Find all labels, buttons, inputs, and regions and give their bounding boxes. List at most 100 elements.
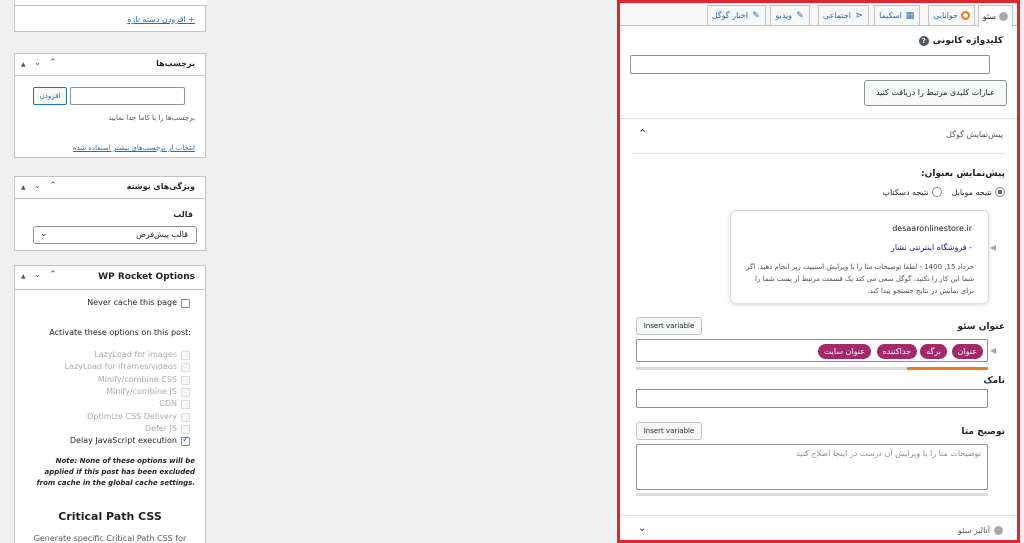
rocket-option-label: Optimize CSS Delivery <box>87 411 177 421</box>
rocket-option: CDN <box>15 399 193 411</box>
status-dot-icon <box>994 526 1003 535</box>
snippet-url: desaaronlinestore.ir <box>892 224 972 233</box>
rocket-option: Optimize CSS Delivery <box>15 412 193 424</box>
chevron-up-icon[interactable]: ⌃ <box>49 58 57 68</box>
tab-google-news[interactable]: ✎ اخبار گوگل <box>706 5 766 25</box>
rocket-option-label: LazyLoad for iframes/videos <box>64 362 177 372</box>
google-preview-toggle[interactable]: پیش‌نمایش گوگل ⌃ <box>620 119 1017 149</box>
grid-icon: ▦ <box>905 10 915 21</box>
tab-video[interactable]: ✎ ویدیو <box>770 5 810 25</box>
rocket-option: LazyLoad for images <box>15 350 193 362</box>
add-tag-button[interactable]: افزودن <box>33 87 67 105</box>
radio-mobile[interactable]: نتیجه موبایل <box>952 187 1005 197</box>
chevron-down-icon[interactable]: ⌄ <box>638 523 646 534</box>
title-variable-pill[interactable]: جداکننده <box>876 344 917 359</box>
focus-keyphrase-label: کلیدواژه کانونی ? <box>918 36 1003 46</box>
google-snippet-preview[interactable]: desaaronlinestore.ir - فروشگاه اینترنتی … <box>730 210 989 304</box>
categories-list-bottom <box>15 0 207 6</box>
add-category-link[interactable]: + افزودن دسته تازه <box>127 15 195 24</box>
wp-rocket-header[interactable]: WP Rocket Options ▲ ⌄ ⌃ <box>15 266 205 290</box>
seo-title-label: عنوان سئو <box>957 322 1005 332</box>
seo-title-field[interactable]: عنوان برگه جداکننده عنوان سایت <box>636 339 988 362</box>
share-icon: ⋖ <box>855 10 863 21</box>
status-dot-icon <box>999 12 1008 21</box>
rocket-option: Minify/combine CSS <box>15 375 193 387</box>
chevron-up-icon[interactable]: ⌃ <box>49 181 57 191</box>
checkbox-checked-icon[interactable] <box>181 435 190 447</box>
yoast-tabs: سئو ● خوانایی ▦ اسکیما ⋖ اجتماعی ✎ ویدیو… <box>620 3 1017 27</box>
rocket-option: LazyLoad for iframes/videos <box>15 362 193 374</box>
checkbox-icon <box>181 412 190 422</box>
chevron-down-icon: ⌄ <box>40 229 48 239</box>
chevron-down-icon[interactable]: ⌄ <box>34 270 42 280</box>
chevron-up-icon: ⌃ <box>638 127 648 140</box>
seo-title-progress <box>636 367 988 370</box>
chevron-up-icon[interactable]: ⌃ <box>49 270 57 280</box>
post-attributes-title: ویژگی‌های نوشته <box>126 182 195 191</box>
choose-tags-link[interactable]: انتخاب از برچسب‌های بیشتر استفاده شده <box>73 144 195 152</box>
wp-rocket-box: WP Rocket Options ▲ ⌄ ⌃ Never cache this… <box>14 265 206 543</box>
radio-selected-icon[interactable] <box>995 187 1005 197</box>
tab-schema[interactable]: ▦ اسکیما <box>874 5 920 25</box>
title-variable-pill[interactable]: عنوان سایت <box>817 344 871 359</box>
insert-variable-button[interactable]: Insert variable <box>636 317 702 335</box>
rocket-option-label: Defer JS <box>144 423 177 433</box>
tab-social[interactable]: ⋖ اجتماعی <box>817 5 869 25</box>
never-cache-option[interactable]: Never cache this page <box>15 298 193 310</box>
seo-analysis-toggle[interactable]: آنالیز سئو <box>958 526 1003 535</box>
readability-icon: ● <box>961 11 970 20</box>
critical-path-text: Generate specific Critical Path CSS for <box>33 534 187 543</box>
toggle-triangle-icon[interactable]: ▲ <box>21 273 26 280</box>
title-variable-pill[interactable]: برگه <box>920 344 947 359</box>
snippet-title: - فروشگاه اینترنتی نشار <box>890 243 972 252</box>
sidebar-column: + افزودن دسته تازه برچسب‌ها ▲ ⌄ ⌃ افزودن… <box>14 0 207 543</box>
checkbox-icon <box>181 387 190 397</box>
tab-seo[interactable]: سئو <box>977 5 1013 27</box>
snippet-description: خرداد 15, 1400 - لطفا توضیحات متا را با … <box>746 263 974 295</box>
google-preview-title: پیش‌نمایش گوگل <box>946 130 1003 139</box>
rocket-option-label: CDN <box>159 399 177 409</box>
template-select[interactable]: قالب پیش‌فرض ⌄ <box>33 226 197 244</box>
radio-empty-icon[interactable] <box>931 187 942 197</box>
meta-description-progress <box>636 493 988 496</box>
progress-fill <box>907 367 988 370</box>
wp-rocket-title: WP Rocket Options <box>98 272 195 282</box>
tag-input[interactable] <box>70 87 185 105</box>
focus-keyphrase-input[interactable] <box>630 55 990 74</box>
title-variable-pill[interactable]: عنوان <box>951 344 983 359</box>
slug-label: نامک <box>983 376 1005 386</box>
rocket-note: Note: None of these options will be appl… <box>36 457 195 487</box>
rocket-option[interactable]: Delay JavaScript execution <box>15 435 193 448</box>
insert-variable-button[interactable]: Insert variable <box>636 422 702 440</box>
post-attributes-header[interactable]: ویژگی‌های نوشته ▲ ⌄ ⌃ <box>15 177 205 199</box>
preview-mode-radios: نتیجه موبایل نتیجه دسکتاپ <box>882 187 1005 197</box>
toggle-triangle-icon[interactable]: ▲ <box>21 184 26 191</box>
rocket-option-label: Delay JavaScript execution <box>69 436 177 446</box>
radio-desktop[interactable]: نتیجه دسکتاپ <box>882 187 942 197</box>
activate-options-title: Activate these options on this post: <box>49 328 191 337</box>
checkbox-icon <box>181 351 190 360</box>
divider <box>620 515 1017 516</box>
chevron-down-icon[interactable]: ⌄ <box>34 58 42 68</box>
help-icon[interactable]: ? <box>918 36 929 46</box>
caret-left-icon: ◀ <box>989 346 996 355</box>
never-cache-checkbox[interactable] <box>181 299 190 308</box>
yoast-seo-panel: سئو ● خوانایی ▦ اسکیما ⋖ اجتماعی ✎ ویدیو… <box>617 0 1020 543</box>
related-keyphrases-button[interactable]: عبارات کلیدی مرتبط را دریافت کنید <box>864 80 1007 106</box>
tags-box: برچسب‌ها ▲ ⌄ ⌃ افزودن برچسب‌ها را با کام… <box>14 53 206 158</box>
tab-readability[interactable]: ● خوانایی <box>928 5 975 25</box>
meta-description-label: توضیح متا <box>961 427 1005 437</box>
checkbox-icon <box>181 375 190 385</box>
tag-hint: برچسب‌ها را با کاما جدا نمایید <box>108 114 195 122</box>
toggle-triangle-icon[interactable]: ▲ <box>21 61 26 68</box>
chevron-down-icon[interactable]: ⌄ <box>34 181 42 191</box>
meta-description-field[interactable]: توضیحات متا را با ویرایش آن درست در اینج… <box>636 444 988 490</box>
critical-path-title: Critical Path CSS <box>58 510 162 523</box>
template-value: قالب پیش‌فرض <box>136 230 188 239</box>
slug-input[interactable] <box>636 389 988 408</box>
categories-box: + افزودن دسته تازه <box>14 0 207 32</box>
video-plugin-icon: ✎ <box>796 10 804 21</box>
rocket-option-label: Minify/combine JS <box>106 386 177 396</box>
template-label: قالب <box>173 210 193 219</box>
tags-box-header[interactable]: برچسب‌ها ▲ ⌄ ⌃ <box>15 54 205 76</box>
